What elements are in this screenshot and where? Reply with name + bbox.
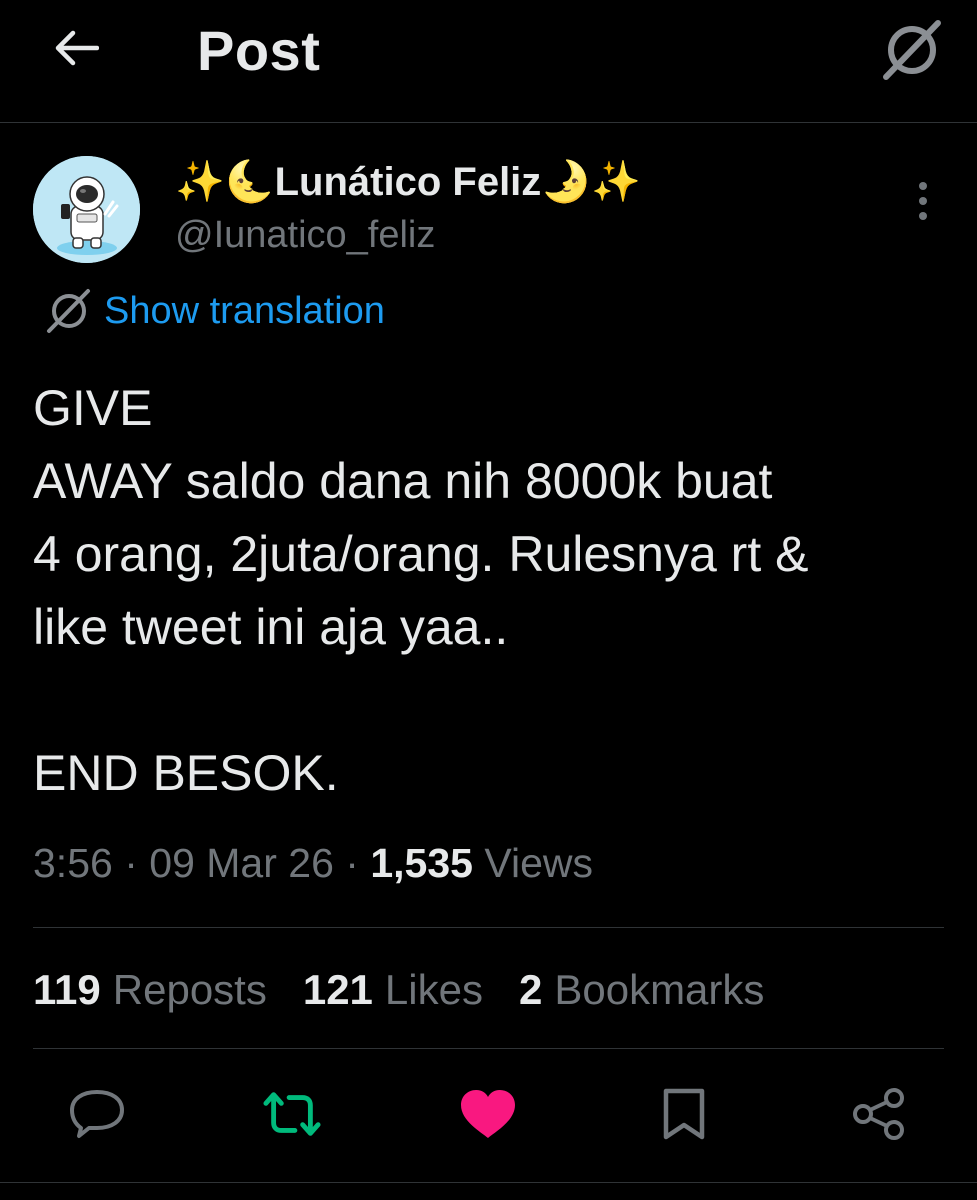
views-label: Views [484, 840, 594, 886]
reposts-label: Reposts [112, 966, 267, 1013]
divider [33, 1048, 944, 1049]
repost-button[interactable] [262, 1084, 322, 1144]
astronaut-avatar-icon [33, 156, 140, 263]
likes-stat[interactable]: 121 Likes [303, 966, 483, 1014]
page-title: Post [197, 19, 321, 82]
author-display-name[interactable]: ✨🌜Lunático Feliz🌛✨ [175, 158, 641, 205]
avatar[interactable] [33, 156, 140, 263]
divider [33, 927, 944, 928]
grok-icon [883, 20, 941, 80]
meta-separator: · [345, 840, 359, 886]
post-date[interactable]: 09 Mar 26 [149, 840, 334, 886]
reply-icon [70, 1090, 124, 1138]
post-text-line: 4 orang, 2juta/orang. Rulesnya rt & [33, 526, 809, 582]
grok-icon [47, 289, 90, 333]
like-button[interactable] [458, 1084, 518, 1144]
divider [0, 1182, 977, 1183]
post-text-line: AWAY saldo dana nih 8000k buat [33, 453, 773, 509]
reposts-count: 119 [33, 966, 101, 1013]
engagement-stats: 119 Reposts 121 Likes 2 Bookmarks [33, 966, 800, 1014]
post-text: GIVE AWAY saldo dana nih 8000k buat 4 or… [33, 372, 953, 810]
more-vertical-icon [919, 182, 927, 220]
more-options-button[interactable] [900, 176, 946, 226]
likes-label: Likes [384, 966, 483, 1013]
post-meta: 3:56 · 09 Mar 26 · 1,535 Views [33, 840, 593, 887]
show-translation-label: Show translation [104, 289, 385, 332]
top-bar: Post [0, 0, 977, 123]
back-button[interactable] [46, 22, 106, 74]
bookmarks-stat[interactable]: 2 Bookmarks [519, 966, 764, 1014]
reposts-stat[interactable]: 119 Reposts [33, 966, 267, 1014]
bookmarks-label: Bookmarks [554, 966, 765, 1013]
repost-icon [263, 1092, 321, 1136]
grok-button[interactable] [876, 16, 948, 84]
share-icon [853, 1088, 904, 1140]
bookmark-icon [663, 1088, 705, 1140]
arrow-left-icon [55, 30, 99, 66]
post-text-line: END BESOK. [33, 745, 339, 801]
show-translation-link[interactable]: Show translation [44, 286, 385, 336]
likes-count: 121 [302, 966, 373, 1013]
bookmarks-count: 2 [518, 966, 543, 1013]
bookmark-button[interactable] [654, 1084, 714, 1144]
post-text-line [33, 664, 953, 737]
meta-separator: · [124, 840, 138, 886]
post-text-line: GIVE [33, 380, 153, 436]
post-time[interactable]: 3:56 [33, 840, 113, 886]
like-icon [461, 1090, 515, 1138]
share-button[interactable] [849, 1084, 909, 1144]
post-text-line: like tweet ini aja yaa.. [33, 599, 509, 655]
reply-button[interactable] [67, 1084, 127, 1144]
author-handle[interactable]: @Iunatico_feliz [175, 214, 435, 257]
views-count: 1,535 [370, 840, 473, 886]
